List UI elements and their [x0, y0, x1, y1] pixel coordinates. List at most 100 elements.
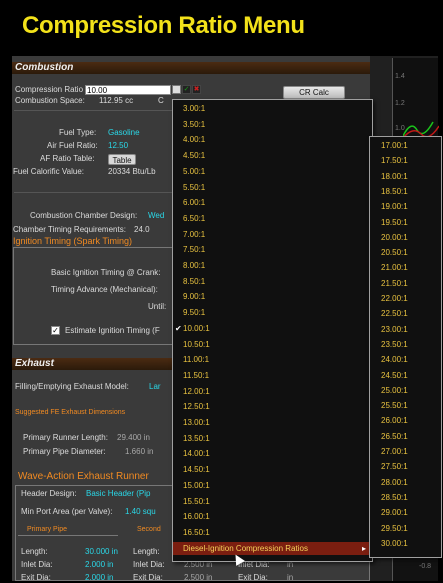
menu-item[interactable]: 11.00:1	[183, 355, 209, 365]
diesel-compression-submenu: 17.00:1 17.50:1 18.00:1 18.50:1 19.00:1 19.50…	[369, 136, 442, 558]
combustion-section-title: Combustion	[12, 62, 370, 74]
basic-ignition-label: Basic Ignition Timing @ Crank:	[51, 268, 161, 277]
inlet2-label: Inlet Dia:	[133, 560, 165, 569]
submenu-item[interactable]: 17.00:1	[381, 141, 408, 151]
ignition-title: Ignition Timing (Spark Timing)	[13, 236, 133, 246]
submenu-item[interactable]: 29.00:1	[381, 508, 408, 518]
menu-item[interactable]: 8.50:1	[183, 277, 205, 287]
exit2-label: Exit Dia:	[133, 573, 163, 582]
dropdown-arrow-icon[interactable]: ▾	[172, 85, 181, 94]
estimate-ignition-checkbox[interactable]: ✓	[51, 326, 60, 335]
submenu-item[interactable]: 19.50:1	[381, 218, 408, 228]
menu-item-diesel-submenu[interactable]: Diesel-Ignition Compression Ratios ▸	[173, 542, 372, 555]
submenu-item[interactable]: 27.50:1	[381, 462, 408, 472]
exit-dia-value[interactable]: 2.000 in	[85, 573, 113, 583]
submenu-item[interactable]: 25.00:1	[381, 386, 408, 396]
submenu-item[interactable]: 30.00:1	[381, 539, 408, 549]
menu-item[interactable]: 14.00:1	[183, 449, 210, 459]
menu-item[interactable]: 5.50:1	[183, 183, 205, 193]
menu-item[interactable]: 12.50:1	[183, 402, 210, 412]
header-design-label: Header Design:	[21, 489, 77, 498]
air-fuel-ratio-label: Air Fuel Ratio:	[47, 141, 98, 150]
submenu-item[interactable]: 28.00:1	[381, 478, 408, 488]
suggested-fe-title: Suggested FE Exhaust Dimensions	[15, 409, 126, 416]
length-label: Length:	[21, 547, 48, 556]
primary-pipe-title: Primary Pipe	[27, 526, 68, 533]
menu-item[interactable]: 13.50:1	[183, 434, 210, 444]
submenu-item[interactable]: 26.00:1	[381, 416, 408, 426]
submenu-item[interactable]: 23.00:1	[381, 325, 408, 335]
menu-item[interactable]: 12.00:1	[183, 387, 210, 397]
cr-calc-button[interactable]: CR Calc	[283, 86, 345, 99]
chamber-timing-label: Chamber Timing Requirements:	[13, 225, 126, 234]
af-table-button[interactable]: Table	[108, 154, 136, 165]
menu-item[interactable]: 4.00:1	[183, 135, 205, 145]
submenu-item[interactable]: 19.00:1	[381, 202, 408, 212]
menu-item[interactable]: 10.50:1	[183, 340, 210, 350]
menu-item[interactable]: 15.50:1	[183, 497, 210, 507]
compression-ratio-label: Compression Ratio	[15, 85, 84, 94]
submenu-item[interactable]: 23.50:1	[381, 340, 408, 350]
menu-item[interactable]: 3.50:1	[183, 120, 205, 130]
submenu-item[interactable]: 17.50:1	[381, 156, 408, 166]
submenu-item[interactable]: 20.50:1	[381, 248, 408, 258]
submenu-item[interactable]: 26.50:1	[381, 432, 408, 442]
exhaust-model-value[interactable]: Lar	[149, 382, 161, 392]
menu-item[interactable]: 6.50:1	[183, 214, 205, 224]
min-port-area-value[interactable]: 1.40 squ	[125, 507, 156, 517]
submenu-item[interactable]: 22.50:1	[381, 309, 408, 319]
submenu-item[interactable]: 18.00:1	[381, 172, 408, 182]
menu-item[interactable]: 10.00:1 ✔	[175, 324, 210, 334]
submenu-item[interactable]: 18.50:1	[381, 187, 408, 197]
menu-item[interactable]: 3.00:1	[183, 104, 205, 114]
length-value[interactable]: 30.000 in	[85, 547, 118, 557]
menu-item-label: Diesel-Ignition Compression Ratios	[183, 544, 308, 553]
submenu-arrow-icon: ▸	[361, 544, 366, 553]
pipe-diameter-label: Primary Pipe Diameter:	[23, 447, 106, 456]
menu-item[interactable]: 16.00:1	[183, 512, 210, 522]
pipe-diameter-value: 1.660 in	[125, 447, 154, 456]
graph-tick: 1.2	[395, 100, 405, 107]
graph-tick: -0.8	[419, 563, 432, 570]
submenu-item[interactable]: 21.50:1	[381, 279, 408, 289]
fuel-type-value[interactable]: Gasoline	[108, 128, 140, 138]
check-icon[interactable]: ✓	[182, 85, 191, 94]
submenu-item[interactable]: 27.00:1	[381, 447, 408, 457]
inlet-dia-value[interactable]: 2.000 in	[85, 560, 113, 570]
menu-item[interactable]: 11.50:1	[183, 371, 209, 381]
submenu-item[interactable]: 20.00:1	[381, 233, 408, 243]
menu-item[interactable]: 6.00:1	[183, 198, 205, 208]
runner-length-label: Primary Runner Length:	[23, 433, 108, 442]
menu-item[interactable]: 16.50:1	[183, 528, 210, 538]
air-fuel-ratio-value[interactable]: 12.50	[108, 141, 128, 151]
menu-item[interactable]: 14.50:1	[183, 465, 210, 475]
header-design-value[interactable]: Basic Header (Pip	[86, 489, 150, 499]
menu-item[interactable]: 5.00:1	[183, 167, 205, 177]
menu-item[interactable]: 7.00:1	[183, 230, 205, 240]
combustion-space-trailing: C	[158, 96, 164, 105]
menu-item[interactable]: 8.00:1	[183, 261, 205, 271]
exit3-label: Exit Dia:	[238, 573, 268, 582]
fuel-calorific-label: Fuel Calorific Value:	[13, 167, 84, 176]
menu-item[interactable]: 4.50:1	[183, 151, 205, 161]
submenu-item[interactable]: 22.00:1	[381, 294, 408, 304]
submenu-item[interactable]: 29.50:1	[381, 524, 408, 534]
submenu-item[interactable]: 24.50:1	[381, 371, 408, 381]
banner-title: Compression Ratio Menu	[22, 12, 305, 39]
exhaust-model-label: Filling/Emptying Exhaust Model:	[15, 382, 129, 391]
menu-item[interactable]: 9.00:1	[183, 292, 205, 302]
submenu-item[interactable]: 24.00:1	[381, 355, 408, 365]
chamber-design-value[interactable]: Wed	[148, 211, 164, 221]
menu-item[interactable]: 13.00:1	[183, 418, 210, 428]
compression-ratio-field[interactable]: 10.00	[85, 85, 171, 95]
exit3-value: in	[287, 573, 294, 582]
menu-item[interactable]: 15.00:1	[183, 481, 210, 491]
menu-item[interactable]: 7.50:1	[183, 245, 205, 255]
exit-dia-label: Exit Dia:	[21, 573, 51, 582]
close-icon[interactable]: ✖	[192, 85, 201, 94]
submenu-item[interactable]: 25.50:1	[381, 401, 408, 411]
submenu-item[interactable]: 28.50:1	[381, 493, 408, 503]
submenu-item[interactable]: 21.00:1	[381, 263, 408, 273]
length2-label: Length:	[133, 547, 160, 556]
menu-item[interactable]: 9.50:1	[183, 308, 205, 318]
